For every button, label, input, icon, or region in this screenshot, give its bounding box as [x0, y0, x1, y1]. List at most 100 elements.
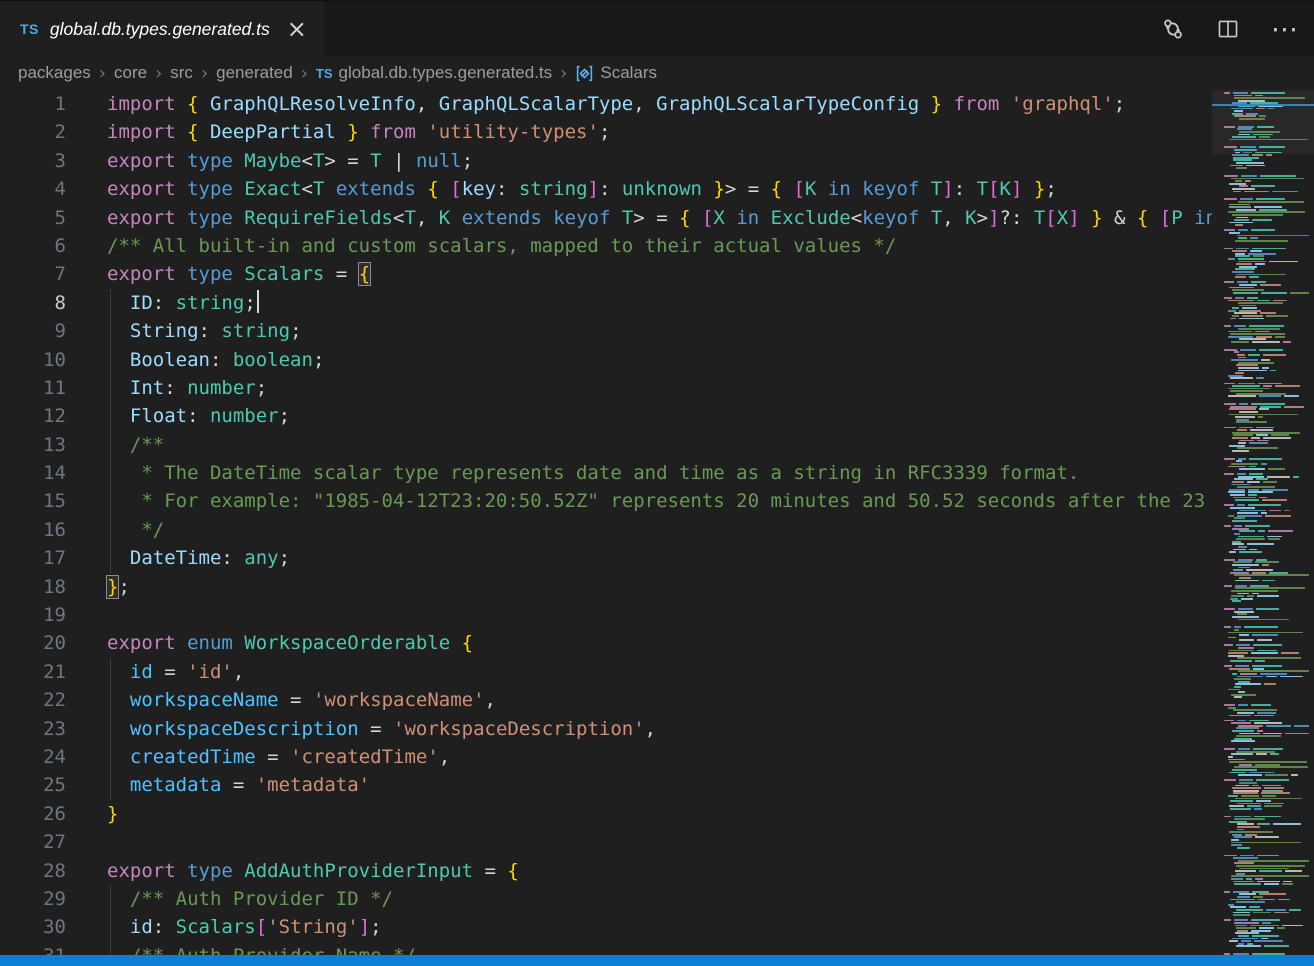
code-text: metadata = 'metadata' — [107, 771, 370, 799]
indent-guide — [110, 658, 111, 686]
editor-line[interactable]: 12 Float: number; — [0, 402, 1212, 430]
line-number: 15 — [0, 487, 66, 515]
indent-guide — [110, 743, 111, 771]
indent-guide — [110, 459, 111, 487]
code-editor[interactable]: 1import { GraphQLResolveInfo, GraphQLSca… — [0, 90, 1212, 966]
editor-line[interactable]: 7export type Scalars = { — [0, 260, 1212, 288]
breadcrumb-separator: › — [301, 63, 308, 84]
breadcrumb-item-core[interactable]: core — [114, 63, 147, 83]
editor-line[interactable]: 17 DateTime: any; — [0, 544, 1212, 572]
indent-guide — [110, 289, 111, 317]
open-changes-icon[interactable] — [1161, 17, 1185, 41]
breadcrumb-item-global-db-types-generated-ts[interactable]: TS global.db.types.generated.ts — [316, 63, 552, 83]
breadcrumb-label: packages — [18, 63, 91, 83]
breadcrumb-separator: › — [560, 63, 567, 84]
text-cursor — [257, 290, 259, 313]
code-text: }; — [107, 573, 130, 601]
editor-line[interactable]: 19 — [0, 601, 1212, 629]
editor-line[interactable]: 2import { DeepPartial } from 'utility-ty… — [0, 118, 1212, 146]
code-text: /** Auth Provider ID */ — [107, 885, 393, 913]
line-number: 23 — [0, 715, 66, 743]
code-text: export type AddAuthProviderInput = { — [107, 857, 519, 885]
indent-guide — [110, 317, 111, 345]
code-text: import { DeepPartial } from 'utility-typ… — [107, 118, 610, 146]
editor-line[interactable]: 16 */ — [0, 516, 1212, 544]
minimap[interactable] — [1212, 90, 1314, 966]
editor-line[interactable]: 1import { GraphQLResolveInfo, GraphQLSca… — [0, 90, 1212, 118]
indent-guide — [110, 374, 111, 402]
breadcrumb-label: global.db.types.generated.ts — [339, 63, 553, 83]
status-bar — [0, 955, 1314, 966]
indent-guide — [110, 346, 111, 374]
indent-guide — [110, 913, 111, 941]
line-number: 9 — [0, 317, 66, 345]
editor-line[interactable]: 15 * For example: "1985-04-12T23:20:50.5… — [0, 487, 1212, 515]
line-number: 27 — [0, 828, 66, 856]
breadcrumb-item-src[interactable]: src — [170, 63, 193, 83]
code-text: export type Scalars = { — [107, 260, 370, 288]
indent-guide — [110, 885, 111, 913]
editor-line[interactable]: 29 /** Auth Provider ID */ — [0, 885, 1212, 913]
breadcrumb-item-scalars[interactable]: Scalars — [575, 63, 657, 83]
line-number: 24 — [0, 743, 66, 771]
line-number: 3 — [0, 147, 66, 175]
line-number: 19 — [0, 601, 66, 629]
editor-line[interactable]: 13 /** — [0, 431, 1212, 459]
breadcrumb-item-packages[interactable]: packages — [18, 63, 91, 83]
editor-line[interactable]: 23 workspaceDescription = 'workspaceDesc… — [0, 715, 1212, 743]
editor-line[interactable]: 22 workspaceName = 'workspaceName', — [0, 686, 1212, 714]
breadcrumb: packages › core › src › generated › TS global.db.… — [0, 56, 1314, 90]
line-number: 18 — [0, 573, 66, 601]
editor-line[interactable]: 6/** All built-in and custom scalars, ma… — [0, 232, 1212, 260]
code-text: workspaceDescription = 'workspaceDescrip… — [107, 715, 656, 743]
line-number: 13 — [0, 431, 66, 459]
line-number: 5 — [0, 204, 66, 232]
breadcrumb-label: src — [170, 63, 193, 83]
editor-line[interactable]: 25 metadata = 'metadata' — [0, 771, 1212, 799]
breadcrumb-separator: › — [99, 63, 106, 84]
editor-line[interactable]: 4export type Exact<T extends { [key: str… — [0, 175, 1212, 203]
line-number: 26 — [0, 800, 66, 828]
line-number: 8 — [0, 289, 66, 317]
breadcrumb-item-generated[interactable]: generated — [216, 63, 293, 83]
editor-tab-bar: TS global.db.types.generated.ts × — [0, 0, 1314, 57]
line-number: 11 — [0, 374, 66, 402]
editor-line[interactable]: 3 export type Maybe<T> = T | null; — [0, 147, 1212, 175]
close-tab-icon[interactable]: × — [287, 17, 307, 41]
editor-line[interactable]: 9 String: string; — [0, 317, 1212, 345]
code-text: * For example: "1985-04-12T23:20:50.52Z"… — [107, 487, 1205, 515]
more-actions-icon[interactable]: ⋯ — [1271, 16, 1298, 43]
editor-line[interactable]: 27 — [0, 828, 1212, 856]
editor-line[interactable]: 11 Int: number; — [0, 374, 1212, 402]
vscode-window: TS global.db.types.generated.ts × — [0, 0, 1314, 966]
symbol-type-icon — [575, 64, 594, 83]
editor-line[interactable]: 14 * The DateTime scalar type represents… — [0, 459, 1212, 487]
code-text: Int: number; — [107, 374, 267, 402]
indent-guide — [110, 544, 111, 572]
editor-line[interactable]: 28export type AddAuthProviderInput = { — [0, 857, 1212, 885]
line-number: 20 — [0, 629, 66, 657]
editor-line[interactable]: 18}; — [0, 573, 1212, 601]
code-text: Boolean: boolean; — [107, 346, 324, 374]
editor-line[interactable]: 5export type RequireFields<T, K extends … — [0, 204, 1212, 232]
breadcrumb-separator: › — [155, 63, 162, 84]
split-editor-icon[interactable] — [1217, 18, 1239, 40]
code-text: export type Maybe<T> = T | null; — [107, 147, 473, 175]
editor-line[interactable]: 21 id = 'id', — [0, 658, 1212, 686]
breadcrumb-label: core — [114, 63, 147, 83]
breadcrumb-separator: › — [201, 63, 208, 84]
editor-line[interactable]: 24 createdTime = 'createdTime', — [0, 743, 1212, 771]
indent-guide — [110, 686, 111, 714]
editor-line[interactable]: 26} — [0, 800, 1212, 828]
editor-line[interactable]: 8 ID: string; — [0, 289, 1212, 317]
editor-line[interactable]: 10 Boolean: boolean; — [0, 346, 1212, 374]
code-text: workspaceName = 'workspaceName', — [107, 686, 496, 714]
line-number: 6 — [0, 232, 66, 260]
editor-line[interactable]: 20export enum WorkspaceOrderable { — [0, 629, 1212, 657]
code-text: * The DateTime scalar type represents da… — [107, 459, 1079, 487]
tab-global-db-types-generated-ts[interactable]: TS global.db.types.generated.ts × — [0, 1, 326, 57]
code-text: import { GraphQLResolveInfo, GraphQLScal… — [107, 90, 1125, 118]
code-text: String: string; — [107, 317, 302, 345]
typescript-file-icon: TS — [316, 66, 333, 81]
editor-line[interactable]: 30 id: Scalars['String']; — [0, 913, 1212, 941]
